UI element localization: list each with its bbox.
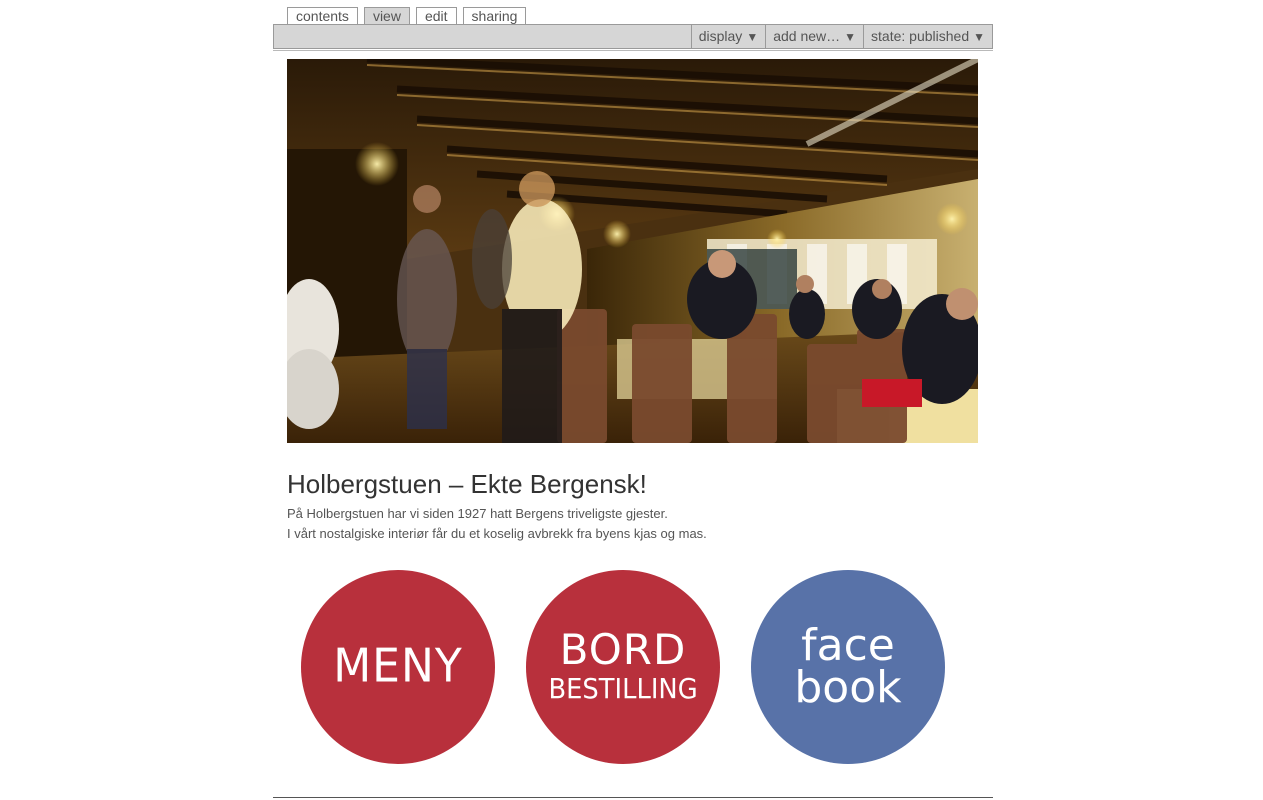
facebook-label-line-1: face: [801, 620, 895, 671]
state-menu-label: state: published: [871, 28, 970, 44]
intro-line-1: På Holbergstuen har vi siden 1927 hatt B…: [287, 506, 668, 521]
menu-link-label: MENY: [333, 639, 463, 694]
state-menu[interactable]: state: published ▼: [863, 25, 992, 48]
restaurant-photo: [287, 59, 978, 443]
edit-tabs: contents view edit sharing: [287, 7, 527, 25]
chevron-down-icon: ▼: [844, 30, 857, 44]
facebook-link-button[interactable]: face book: [751, 570, 945, 764]
table-booking-link-button[interactable]: BORD BESTILLING: [526, 570, 720, 764]
content-toolbar: display ▼ add new… ▼ state: published ▼: [273, 24, 993, 49]
facebook-label-line-2: book: [794, 662, 902, 713]
add-new-menu[interactable]: add new… ▼: [765, 25, 863, 48]
tab-edit[interactable]: edit: [415, 7, 457, 25]
tab-view[interactable]: view: [363, 7, 410, 25]
display-menu[interactable]: display ▼: [690, 25, 765, 48]
tab-contents[interactable]: contents: [287, 7, 358, 25]
restaurant-photo-image: [287, 59, 978, 443]
intro-text: På Holbergstuen har vi siden 1927 hatt B…: [287, 504, 707, 544]
chevron-down-icon: ▼: [973, 30, 985, 44]
menu-link-button[interactable]: MENY: [301, 570, 495, 764]
page: contents view edit sharing display ▼ add …: [0, 0, 1263, 800]
toolbar-divider: [273, 50, 993, 51]
booking-label-line-2: BESTILLING: [548, 672, 698, 705]
intro-line-2: I vårt nostalgiske interiør får du et ko…: [287, 526, 707, 541]
page-title: Holbergstuen – Ekte Bergensk!: [287, 469, 647, 499]
chevron-down-icon: ▼: [746, 30, 759, 44]
booking-label-line-1: BORD: [559, 625, 687, 674]
tab-sharing[interactable]: sharing: [462, 7, 527, 25]
display-menu-label: display: [698, 28, 743, 44]
footer-divider: [273, 797, 993, 798]
add-new-menu-label: add new…: [773, 28, 841, 44]
